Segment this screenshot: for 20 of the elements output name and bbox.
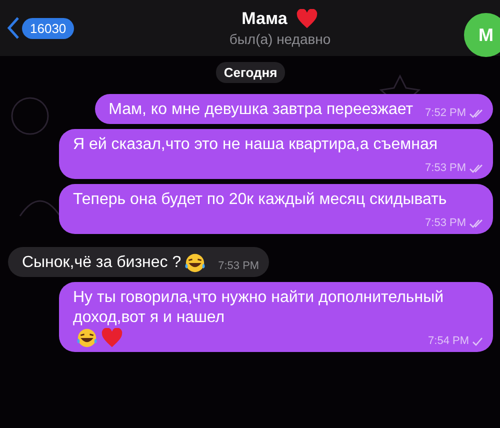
message-time: 7:52 PM (425, 106, 466, 120)
avatar[interactable]: М (464, 13, 500, 57)
last-seen-status: был(а) недавно (229, 31, 331, 47)
unread-count-badge[interactable]: 16030 (22, 18, 74, 38)
message-time: 7:54 PM (428, 334, 469, 348)
message-time: 7:53 PM (425, 161, 466, 175)
heart-emoji-icon (101, 328, 123, 348)
message-text: Ну ты говорила,что нужно найти дополнительный доход,вот я и нашел (73, 288, 445, 328)
message-time: 7:53 PM (425, 216, 466, 230)
laughing-emoji-icon (184, 253, 206, 273)
message-text: Я ей сказал,что это не наша квартира,а съемная (73, 135, 438, 155)
message-text: Мам, ко мне девушка завтра переезжает (108, 100, 414, 120)
laughing-emoji-icon (76, 328, 98, 348)
message-time: 7:53 PM (218, 259, 260, 273)
message-text: Теперь она будет по 20к каждый месяц скидывать (73, 190, 447, 210)
message-text: Сынок,чё за бизнес ? (22, 253, 182, 273)
chat-title: Мама (242, 9, 288, 29)
date-label: Сегодня (216, 62, 286, 83)
back-icon[interactable] (6, 16, 20, 40)
heart-icon (296, 9, 318, 29)
